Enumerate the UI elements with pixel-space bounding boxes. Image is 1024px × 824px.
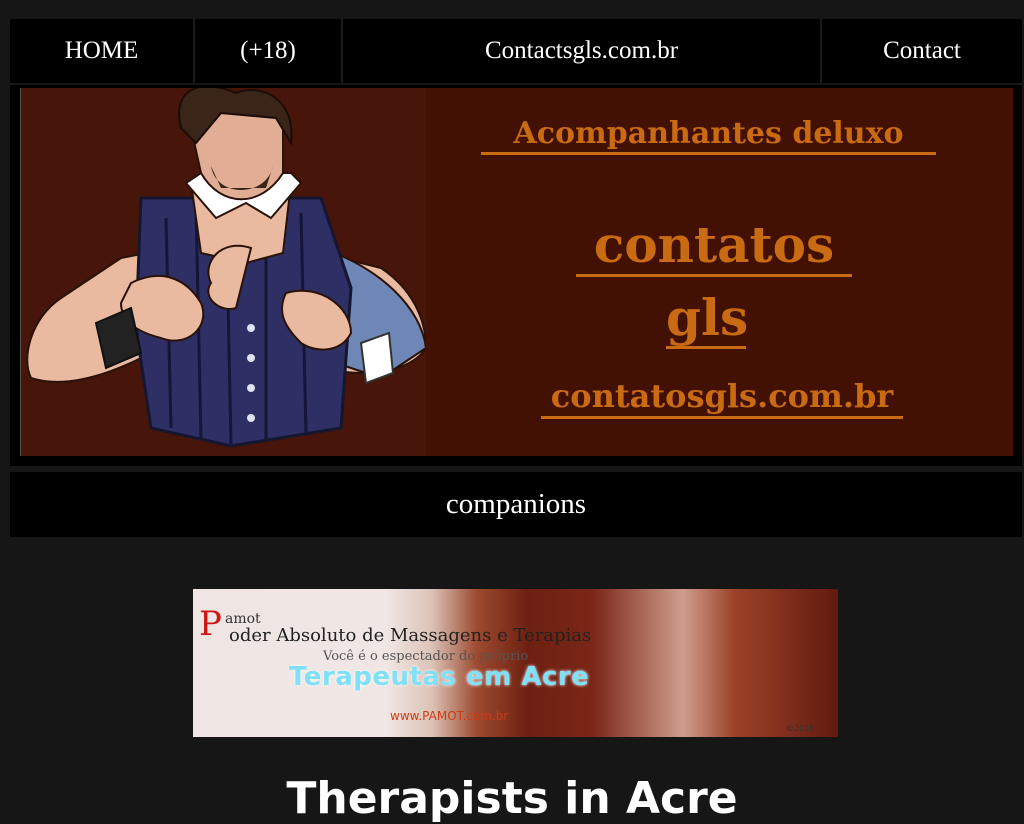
banner-image[interactable]: Acompanhantes deluxo contatos gls contat… bbox=[20, 88, 1013, 456]
banner-tagline: Acompanhantes deluxo bbox=[481, 116, 936, 155]
nav-home[interactable]: HOME bbox=[10, 19, 195, 83]
ad-headline: oder Absoluto de Massagens e Terapias bbox=[229, 625, 592, 646]
nav-contact[interactable]: Contact bbox=[822, 19, 1022, 83]
section-title-bar: companions bbox=[10, 472, 1022, 537]
banner-url: contatosgls.com.br bbox=[541, 376, 903, 419]
man-illustration bbox=[26, 88, 428, 448]
banner-title-line2: gls bbox=[666, 288, 749, 349]
page-heading: Therapists in Acre bbox=[286, 773, 738, 824]
section-title: companions bbox=[445, 488, 587, 520]
nav-adult[interactable]: (+18) bbox=[195, 19, 343, 83]
top-nav: HOME (+18) Contactsgls.com.br Contact bbox=[10, 19, 1022, 83]
banner-illustration-area bbox=[21, 88, 428, 456]
ad-title: Terapeutas em Acre bbox=[289, 662, 590, 692]
ad-copyright: ©2016 bbox=[786, 724, 815, 733]
ad-banner[interactable]: P amot oder Absoluto de Massagens e Tera… bbox=[193, 589, 838, 737]
banner-title-line1: contatos bbox=[576, 216, 852, 277]
header-banner: Acompanhantes deluxo contatos gls contat… bbox=[10, 85, 1022, 466]
ad-url: www.PAMOT.com.br bbox=[390, 709, 509, 723]
ad-initial: P bbox=[199, 604, 222, 644]
nav-site-name[interactable]: Contactsgls.com.br bbox=[343, 19, 822, 83]
